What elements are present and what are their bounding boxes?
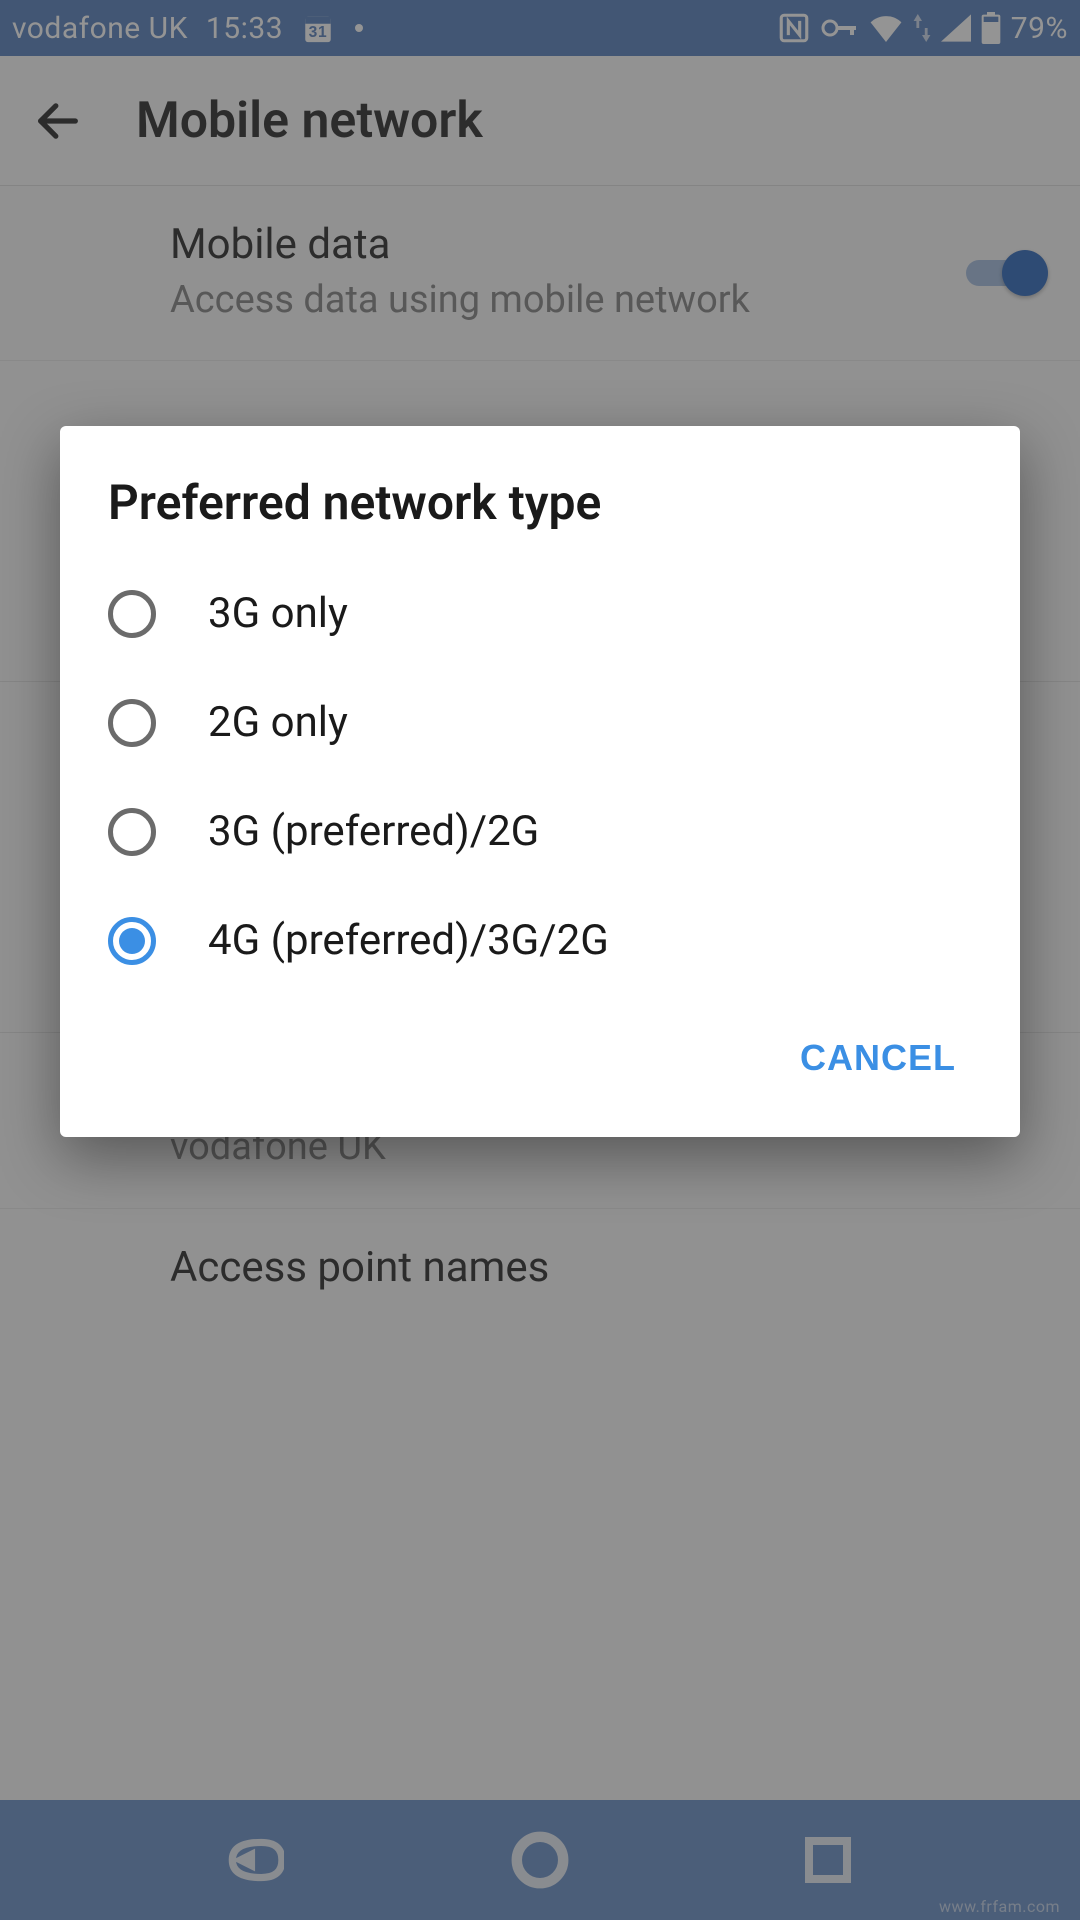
dialog-actions: CANCEL bbox=[60, 995, 1020, 1117]
option-2g-only[interactable]: 2G only bbox=[60, 668, 1020, 777]
radio-icon bbox=[108, 699, 156, 747]
option-3g-preferred[interactable]: 3G (preferred)/2G bbox=[60, 777, 1020, 886]
option-label: 3G only bbox=[208, 589, 348, 638]
radio-icon bbox=[108, 808, 156, 856]
option-label: 3G (preferred)/2G bbox=[208, 807, 539, 856]
radio-checked-icon bbox=[108, 917, 156, 965]
option-label: 2G only bbox=[208, 698, 348, 747]
option-4g-preferred[interactable]: 4G (preferred)/3G/2G bbox=[60, 886, 1020, 995]
cancel-button[interactable]: CANCEL bbox=[780, 1023, 976, 1093]
screen: vodafone UK 15:33 31 bbox=[0, 0, 1080, 1920]
network-type-dialog: Preferred network type 3G only 2G only 3… bbox=[60, 426, 1020, 1137]
dialog-title: Preferred network type bbox=[60, 474, 1020, 559]
radio-icon bbox=[108, 590, 156, 638]
option-label: 4G (preferred)/3G/2G bbox=[208, 916, 609, 965]
option-3g-only[interactable]: 3G only bbox=[60, 559, 1020, 668]
